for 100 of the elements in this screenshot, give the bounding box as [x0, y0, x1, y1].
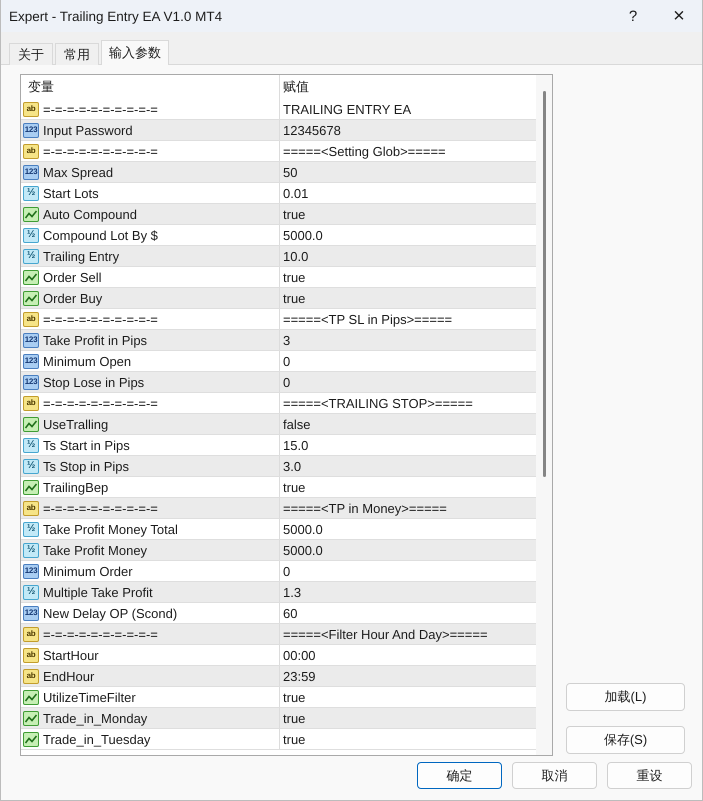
type-badge: ab — [23, 648, 39, 662]
line-chart-icon — [23, 416, 39, 432]
variable-name: Trailing Entry — [42, 248, 120, 264]
line-chart-icon — [23, 290, 39, 306]
variable-name: =-=-=-=-=-=-=-=-=-= — [42, 500, 159, 516]
variable-name: UtilizeTimeFilter — [42, 690, 137, 704]
table-row[interactable]: Auto Compound true — [21, 204, 536, 225]
table-row[interactable]: Order Buy true — [21, 288, 536, 309]
type-badge: ab — [23, 144, 39, 158]
type-badge: ab — [23, 626, 39, 642]
tab[interactable]: 关于 — [9, 43, 53, 65]
variable-name: Compound Lot By $ — [42, 228, 159, 242]
variable-name: Max Spread — [42, 164, 114, 180]
table-row[interactable]: Trade_in_Monday true — [21, 708, 536, 729]
table-row[interactable]: UseTralling false — [21, 414, 536, 435]
type-badge: 123 — [23, 164, 39, 180]
window-title: Expert - Trailing Entry EA V1.0 MT4 — [9, 8, 224, 24]
dialog-button[interactable]: 取消 — [512, 762, 597, 789]
tab[interactable]: 常用 — [55, 43, 99, 65]
table-row[interactable]: ½ Multiple Take Profit 1.3 — [21, 582, 536, 603]
type-badge: 123 — [23, 122, 39, 138]
table-row[interactable]: ½ Start Lots 0.01 — [21, 183, 536, 204]
variable-name: Stop Lose in Pips — [42, 374, 146, 390]
dialog-button[interactable]: 加载(L) — [566, 683, 685, 711]
dialog-button[interactable]: 确定 — [417, 762, 502, 789]
variable-name: New Delay OP (Scond) — [42, 606, 178, 620]
table-row[interactable]: Order Sell true — [21, 267, 536, 288]
table-row[interactable]: ½ Take Profit Money 5000.0 — [21, 540, 536, 561]
line-chart-icon — [23, 710, 39, 726]
table-row[interactable]: ab =-=-=-=-=-=-=-=-=-= =====<TP in Money>===== — [21, 498, 536, 519]
variable-name: =-=-=-=-=-=-=-=-=-= — [42, 626, 159, 642]
table-row[interactable]: ab =-=-=-=-=-=-=-=-=-= TRAILING ENTRY EA — [21, 99, 536, 120]
scrollbar[interactable] — [536, 75, 552, 755]
dialog-button[interactable]: 重设 — [607, 762, 692, 789]
variable-name: TrailingBep — [42, 480, 110, 494]
table-row[interactable]: ab =-=-=-=-=-=-=-=-=-= =====<TP SL in Pips>===== — [21, 309, 536, 330]
table-row[interactable]: ½ Take Profit Money Total 5000.0 — [21, 519, 536, 540]
variable-name: UseTralling — [42, 416, 110, 432]
type-badge: 123 — [23, 332, 39, 348]
type-badge: ½ — [23, 438, 39, 452]
scrollbar-thumb[interactable] — [542, 91, 546, 477]
line-chart-icon — [23, 480, 39, 494]
table-row[interactable]: 123 Minimum Order 0 — [21, 561, 536, 582]
type-badge: ab — [23, 500, 39, 516]
line-chart-icon — [23, 270, 39, 284]
variable-name: =-=-=-=-=-=-=-=-=-= — [42, 396, 159, 410]
dialog-button[interactable]: 保存(S) — [566, 726, 685, 754]
table-row[interactable]: ½ Compound Lot By $ 5000.0 — [21, 225, 536, 246]
variable-name: Ts Start in Pips — [42, 438, 131, 452]
table-row[interactable]: ab EndHour 23:59 — [21, 666, 536, 687]
type-badge: ab — [23, 396, 39, 410]
type-badge: ½ — [23, 458, 39, 474]
line-chart-icon — [23, 206, 39, 222]
table-row[interactable]: ½ Trailing Entry 10.0 — [21, 246, 536, 267]
help-button[interactable]: ? — [610, 0, 656, 32]
close-button[interactable]: × — [656, 0, 702, 32]
table-row[interactable]: ab =-=-=-=-=-=-=-=-=-= =====<Filter Hour And Day>===== — [21, 624, 536, 645]
type-badge: 123 — [23, 374, 39, 390]
type-badge: ½ — [23, 186, 39, 200]
variable-name: =-=-=-=-=-=-=-=-=-= — [42, 102, 159, 116]
variable-name: =-=-=-=-=-=-=-=-=-= — [42, 144, 159, 158]
variable-name: Multiple Take Profit — [42, 584, 154, 600]
variable-name: =-=-=-=-=-=-=-=-=-= — [42, 312, 159, 326]
type-badge: 123 — [23, 606, 39, 620]
line-chart-icon — [23, 690, 39, 704]
table-row[interactable]: ab StartHour 00:00 — [21, 645, 536, 666]
type-badge: ½ — [23, 584, 39, 600]
column-header[interactable]: 变量 — [21, 75, 279, 99]
type-badge: ½ — [23, 248, 39, 264]
variable-name: StartHour — [42, 648, 100, 662]
variable-name: Trade_in_Tuesday — [42, 732, 152, 746]
variable-name: Input Password — [42, 122, 134, 138]
tab[interactable]: 输入参数 — [101, 40, 169, 65]
table-row[interactable]: 123 New Delay OP (Scond) 60 — [21, 603, 536, 624]
table-row[interactable]: 123 Minimum Open 0 — [21, 351, 536, 372]
table-row[interactable]: ½ Ts Start in Pips 15.0 — [21, 435, 536, 456]
table-row[interactable]: UtilizeTimeFilter true — [21, 687, 536, 708]
variable-name: Order Buy — [42, 290, 104, 306]
table-row[interactable]: Trade_in_Tuesday true — [21, 729, 536, 750]
table-row[interactable]: ab =-=-=-=-=-=-=-=-=-= =====<TRAILING STOP>===== — [21, 393, 536, 414]
type-badge: ½ — [23, 522, 39, 536]
table-row[interactable]: 123 Take Profit in Pips 3 — [21, 330, 536, 351]
variable-name: Take Profit Money — [42, 542, 148, 558]
variable-name: Ts Stop in Pips — [42, 458, 130, 474]
type-badge: ½ — [23, 228, 39, 242]
variable-name: Trade_in_Monday — [42, 710, 148, 726]
type-badge: ab — [23, 312, 39, 326]
table-row[interactable]: 123 Stop Lose in Pips 0 — [21, 372, 536, 393]
type-badge: ab — [23, 102, 39, 116]
variable-name: Take Profit Money Total — [42, 522, 179, 536]
type-badge: ½ — [23, 542, 39, 558]
type-badge: 123 — [23, 564, 39, 578]
type-badge: 123 — [23, 354, 39, 368]
table-row[interactable]: ½ Ts Stop in Pips 3.0 — [21, 456, 536, 477]
table-row[interactable]: 123 Input Password 12345678 — [21, 120, 536, 141]
variable-name: Order Sell — [42, 270, 103, 284]
table-row[interactable]: ab =-=-=-=-=-=-=-=-=-= =====<Setting Glob>===== — [21, 141, 536, 162]
table-row[interactable]: TrailingBep true — [21, 477, 536, 498]
variable-name: EndHour — [42, 668, 96, 684]
table-row[interactable]: 123 Max Spread 50 — [21, 162, 536, 183]
